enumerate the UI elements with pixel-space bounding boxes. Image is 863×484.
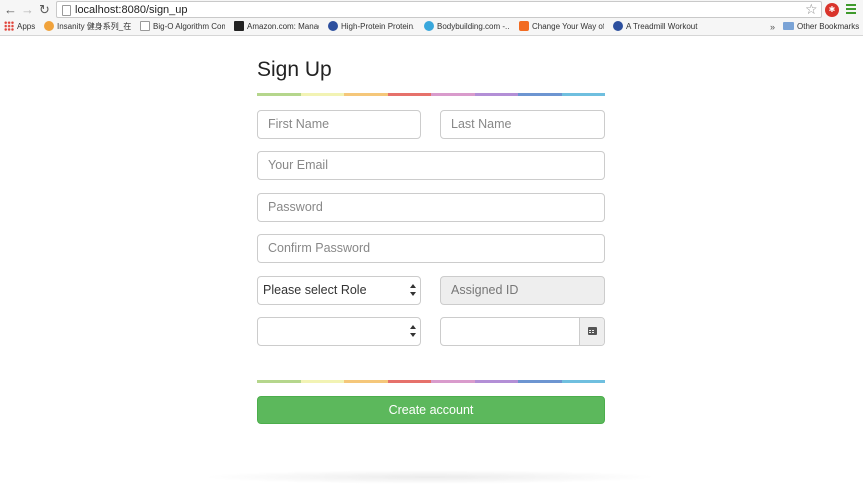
bookmark-label: Bodybuilding.com -... [437,22,509,31]
first-name-input[interactable]: First Name [257,110,421,139]
bookmark-change-your-way[interactable]: Change Your Way of... [519,20,604,34]
bookmark-label: Apps [17,22,36,31]
date-picker-addon[interactable] [579,318,604,345]
rainbow-divider-bottom [257,380,605,383]
rainbow-segment [474,380,518,383]
bookmark-label: High-Protein Protein... [341,22,414,31]
menu-icon[interactable] [846,4,856,15]
insanity-icon [44,21,54,31]
amazon-icon [234,21,244,31]
rainbow-segment [257,380,301,383]
rainbow-segment [257,93,301,96]
last-name-input[interactable]: Last Name [440,110,605,139]
browser-chrome: ← → ↻ localhost:8080/sign_up ☆ ✱ Apps In… [0,0,863,36]
bookmark-label: Change Your Way of... [532,22,604,31]
select-arrows-icon [410,284,416,297]
rainbow-segment [344,380,388,383]
bookmarks-bar: Apps Insanity 健身系列_在线... Big-O Algorithm… [0,19,863,35]
reload-icon[interactable]: ↻ [37,2,52,17]
rainbow-segment [300,93,344,96]
folder-icon [783,22,794,30]
bookmark-high-protein[interactable]: High-Protein Protein... [328,20,414,34]
footer-shadow [200,470,660,484]
rainbow-segment [518,380,562,383]
bookmark-treadmill[interactable]: A Treadmill Workout [613,20,703,34]
secondary-select[interactable] [257,317,421,346]
select-arrows-icon [410,325,416,338]
bookmark-label: A Treadmill Workout [626,22,698,31]
rainbow-segment [387,380,431,383]
page-icon [62,5,71,16]
bookmark-apps[interactable]: Apps [4,20,48,34]
rainbow-segment [431,380,475,383]
forward-icon[interactable]: → [20,2,35,17]
assigned-id-input: Assigned ID [440,276,605,305]
rainbow-segment [561,380,605,383]
page-title: Sign Up [257,58,332,81]
address-bar[interactable]: localhost:8080/sign_up [56,1,822,18]
rainbow-segment [518,93,562,96]
bookmark-star-icon[interactable]: ☆ [805,1,818,17]
password-input[interactable]: Password [257,193,605,222]
create-account-button[interactable]: Create account [257,396,605,424]
confirm-password-input[interactable]: Confirm Password [257,234,605,263]
email-input[interactable]: Your Email [257,151,605,180]
browser-toolbar: ← → ↻ localhost:8080/sign_up ☆ ✱ [0,0,863,19]
blogger-icon [519,21,529,31]
bookmark-label: Insanity 健身系列_在线... [57,22,131,31]
bookmark-insanity[interactable]: Insanity 健身系列_在线... [44,20,131,34]
apps-grid-icon [4,21,14,31]
address-url[interactable]: localhost:8080/sign_up [75,3,188,17]
role-select[interactable]: Please select Role [257,276,421,305]
back-icon[interactable]: ← [3,2,18,17]
bookmark-bodybuilding[interactable]: Bodybuilding.com -... [424,20,509,34]
bookmark-big-o[interactable]: Big-O Algorithm Com... [140,20,225,34]
calendar-icon [588,327,597,335]
pc-icon [328,21,338,31]
bookmark-label: Amazon.com: Manag... [247,22,319,31]
rainbow-segment [387,93,431,96]
page-icon [140,21,150,31]
rainbow-segment [474,93,518,96]
bodybuilding-icon [424,21,434,31]
date-picker[interactable] [440,317,605,346]
pc-icon [613,21,623,31]
other-bookmarks-label: Other Bookmarks [797,22,860,31]
more-bookmarks-icon[interactable]: » [770,20,775,34]
other-bookmarks[interactable]: Other Bookmarks [783,20,863,34]
bookmark-amazon[interactable]: Amazon.com: Manag... [234,20,319,34]
rainbow-segment [344,93,388,96]
rainbow-divider-top [257,93,605,96]
rainbow-segment [431,93,475,96]
rainbow-segment [561,93,605,96]
role-select-value: Please select Role [263,283,367,297]
extension-icon[interactable]: ✱ [825,3,839,17]
bookmark-label: Big-O Algorithm Com... [153,22,225,31]
rainbow-segment [300,380,344,383]
